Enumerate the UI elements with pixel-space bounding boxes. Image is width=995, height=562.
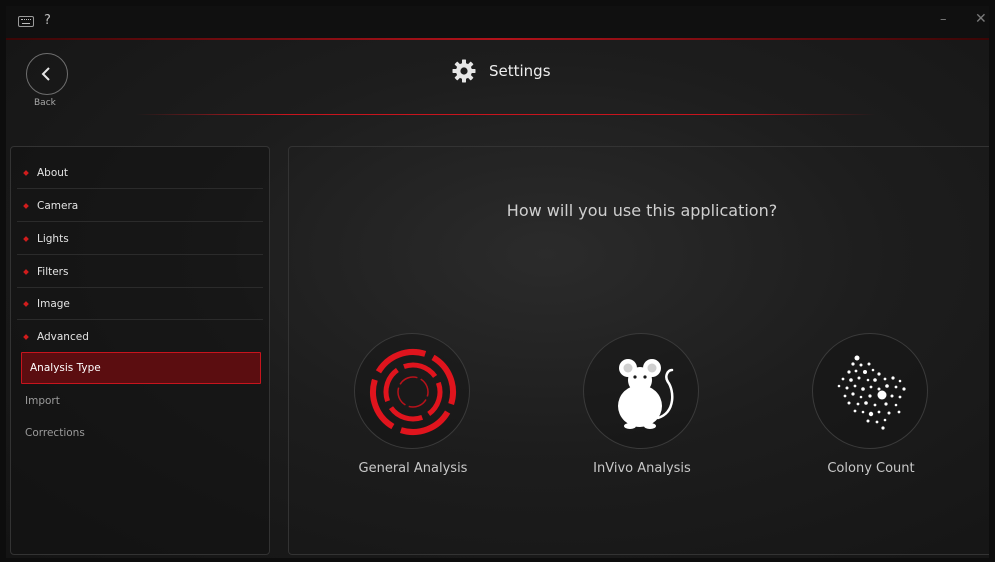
sidebar-item-label: Import: [25, 395, 60, 407]
target-rings-icon: [370, 349, 456, 436]
option-colony-count[interactable]: Colony Count: [771, 333, 971, 483]
sidebar-item-camera[interactable]: Camera: [17, 190, 263, 222]
option-label: General Analysis: [358, 461, 468, 476]
sidebar-item-label: Corrections: [25, 427, 85, 439]
sidebar-item-analysis-type[interactable]: Analysis Type: [21, 352, 261, 384]
sidebar-item-about[interactable]: About: [17, 157, 263, 189]
help-icon[interactable]: ?: [44, 13, 51, 28]
sidebar-item-corrections[interactable]: Corrections: [17, 417, 263, 449]
option-icon-circle[interactable]: [354, 333, 470, 449]
sidebar-item-image[interactable]: Image: [17, 288, 263, 320]
sidebar-item-label: Analysis Type: [30, 362, 101, 374]
analysis-type-panel: How will you use this application? Gener…: [288, 146, 989, 555]
close-button[interactable]: ✕: [975, 11, 987, 27]
bullet-icon: [23, 334, 29, 340]
question-heading: How will you use this application?: [506, 201, 778, 220]
back-label: Back: [34, 98, 56, 108]
sidebar-item-lights[interactable]: Lights: [17, 223, 263, 255]
page-title: Settings: [452, 58, 551, 84]
bullet-icon: [23, 268, 29, 275]
bullet-icon: [23, 300, 29, 307]
minimize-button[interactable]: –: [940, 12, 947, 27]
sidebar-item-label: Filters: [37, 265, 69, 278]
mouse-icon: [618, 359, 674, 429]
option-icon-circle[interactable]: [812, 333, 928, 449]
bullet-icon: [23, 169, 29, 176]
sidebar-item-filters[interactable]: Filters: [17, 256, 263, 288]
sidebar-item-label: About: [37, 166, 69, 179]
option-label: InVivo Analysis: [593, 461, 691, 476]
option-invivo-analysis[interactable]: InVivo Analysis: [542, 333, 742, 483]
sidebar-item-label: Advanced: [37, 331, 89, 343]
sidebar-item-advanced[interactable]: Advanced: [17, 321, 263, 353]
option-icon-circle[interactable]: [583, 333, 699, 449]
chevron-left-icon: [41, 67, 50, 81]
colony-dots-icon: [837, 355, 906, 430]
sidebar-item-import[interactable]: Import: [17, 385, 263, 417]
sidebar-item-label: Image: [37, 297, 70, 310]
bullet-icon: [23, 202, 29, 209]
back-button[interactable]: [26, 53, 68, 95]
app-window: ? – ✕ Back Settings About Camera Lights …: [6, 6, 989, 558]
sidebar-item-label: Lights: [37, 232, 69, 245]
title-bar-divider: [6, 38, 989, 40]
sidebar-item-label: Camera: [37, 199, 79, 212]
page-title-text: Settings: [489, 62, 551, 80]
option-label: Colony Count: [827, 461, 915, 476]
title-bar: ? – ✕: [6, 6, 989, 40]
settings-sidebar: About Camera Lights Filters Image Advanc…: [10, 146, 270, 555]
option-general-analysis[interactable]: General Analysis: [313, 333, 513, 483]
keyboard-icon[interactable]: [18, 16, 34, 27]
gear-icon: [452, 59, 476, 83]
bullet-icon: [23, 235, 29, 242]
header-divider: [136, 114, 876, 115]
